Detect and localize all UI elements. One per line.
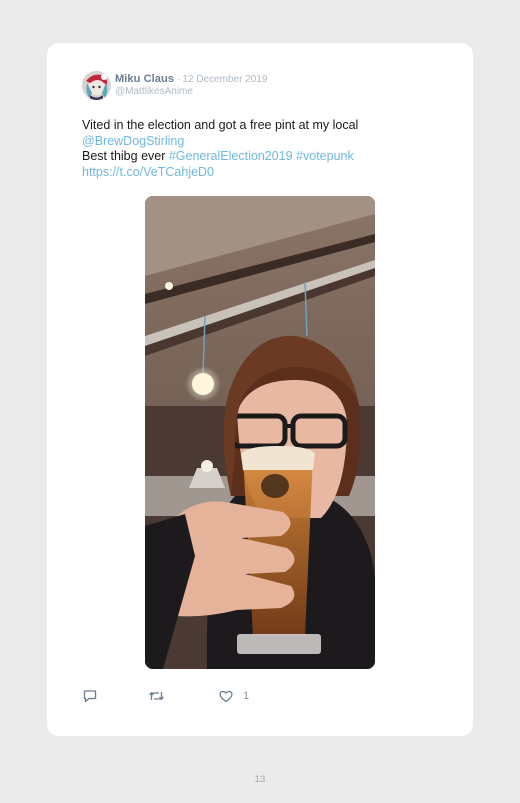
tweet-text: Vited in the election and got a free pin… [82,118,442,180]
avatar[interactable] [82,71,111,100]
mention-link[interactable]: @BrewDogStirling [82,134,184,148]
tweet-date[interactable]: 12 December 2019 [182,74,267,85]
tweet-text-line: Vited in the election and got a free pin… [82,118,359,132]
like-button[interactable]: 1 [218,688,249,704]
tweet-card: Miku Claus · 12 December 2019 @Mattlikes… [47,43,473,736]
like-count: 1 [243,690,250,702]
display-name[interactable]: Miku Claus [115,73,174,85]
reply-icon [82,688,98,704]
url-link[interactable]: https://t.co/VeTCahjeD0 [82,165,214,179]
tweet-actions: 1 [82,688,442,708]
page-number: 13 [254,774,266,785]
retweet-button[interactable] [148,688,165,704]
retweet-icon [148,688,165,704]
reply-button[interactable] [82,688,98,704]
separator: · [177,74,181,85]
tweet-header: Miku Claus · 12 December 2019 @Mattlikes… [115,73,455,97]
tweet-text-fragment: Best thibg ever [82,149,169,163]
hashtag-link[interactable]: #votepunk [296,149,354,163]
tweet-photo[interactable] [145,196,375,669]
hashtag-link[interactable]: #GeneralElection2019 [169,149,293,163]
user-handle[interactable]: @MattlikesAnime [115,86,455,97]
heart-icon [218,688,234,704]
